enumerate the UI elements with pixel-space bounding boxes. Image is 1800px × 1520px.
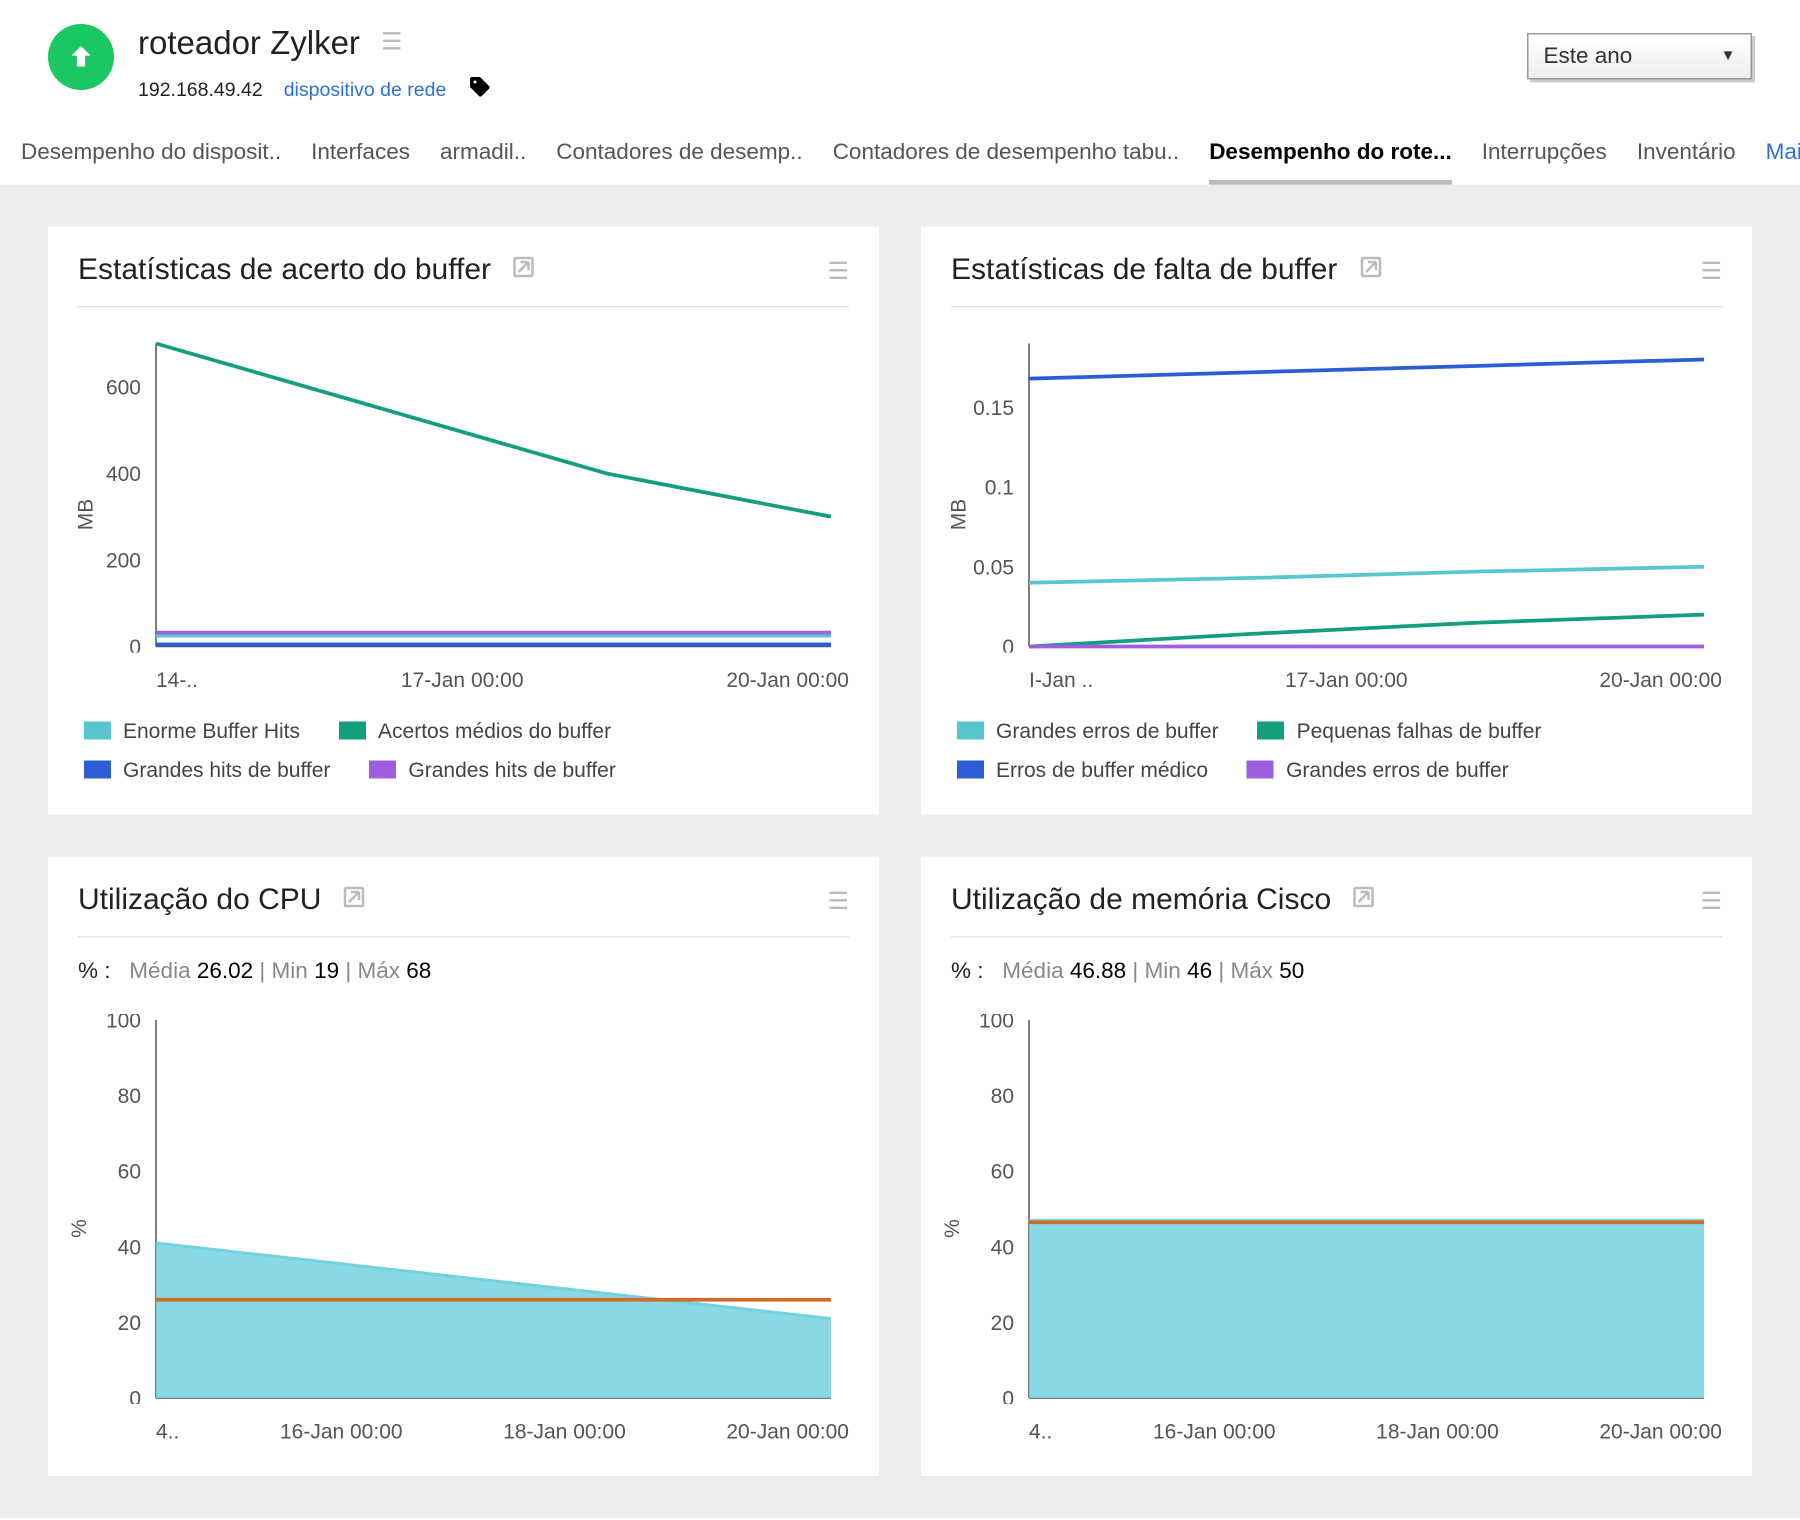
svg-text:100: 100 bbox=[106, 1014, 141, 1033]
chevron-down-icon: ▼ bbox=[1721, 48, 1736, 65]
svg-text:20: 20 bbox=[118, 1312, 141, 1335]
popout-icon[interactable] bbox=[512, 255, 536, 287]
card-buffer-hits: Estatísticas de acerto do buffer ☰ MB 0 20… bbox=[48, 227, 879, 815]
card-memory: Utilização de memória Cisco ☰ % : Média … bbox=[921, 857, 1752, 1477]
legend-swatch bbox=[84, 722, 111, 740]
legend-label: Erros de buffer médico bbox=[996, 758, 1208, 782]
legend-swatch bbox=[339, 722, 366, 740]
tab-interrup-es[interactable]: Interrupções bbox=[1482, 131, 1607, 185]
svg-text:40: 40 bbox=[991, 1236, 1014, 1259]
card-menu-icon[interactable]: ☰ bbox=[1700, 256, 1722, 286]
svg-text:0: 0 bbox=[129, 636, 141, 653]
legend-item[interactable]: Grandes erros de buffer bbox=[1247, 758, 1509, 782]
y-axis-label: % bbox=[939, 1219, 963, 1238]
legend-swatch bbox=[957, 761, 984, 779]
card-title: Utilização do CPU bbox=[78, 884, 321, 919]
svg-text:60: 60 bbox=[991, 1161, 1014, 1184]
legend-label: Grandes hits de buffer bbox=[408, 758, 615, 782]
legend-swatch bbox=[1247, 761, 1274, 779]
y-axis-label: MB bbox=[73, 499, 97, 531]
tab-interfaces[interactable]: Interfaces bbox=[311, 131, 410, 185]
svg-text:60: 60 bbox=[118, 1161, 141, 1184]
card-menu-icon[interactable]: ☰ bbox=[827, 256, 849, 286]
svg-text:0.05: 0.05 bbox=[973, 556, 1014, 579]
svg-text:80: 80 bbox=[991, 1085, 1014, 1108]
title-menu-icon[interactable]: ☰ bbox=[381, 32, 403, 56]
cpu-stats: % : Média 26.02 | Min 19 | Máx 68 bbox=[78, 959, 849, 985]
legend-item[interactable]: Acertos médios do buffer bbox=[339, 719, 611, 743]
popout-icon[interactable] bbox=[342, 885, 366, 917]
legend-item[interactable]: Enorme Buffer Hits bbox=[84, 719, 300, 743]
svg-text:0: 0 bbox=[1002, 1388, 1014, 1405]
tab-desempenho-do-disposit[interactable]: Desempenho do disposit.. bbox=[21, 131, 281, 185]
svg-text:100: 100 bbox=[979, 1014, 1014, 1033]
legend-item[interactable]: Grandes hits de buffer bbox=[84, 758, 330, 782]
tab-mais[interactable]: Mais bbox=[1766, 131, 1800, 185]
legend-swatch bbox=[369, 761, 396, 779]
y-axis-label: MB bbox=[946, 499, 970, 531]
popout-icon[interactable] bbox=[1352, 885, 1376, 917]
page-title: roteador Zylker bbox=[138, 24, 360, 63]
svg-text:600: 600 bbox=[106, 376, 141, 399]
legend-item[interactable]: Pequenas falhas de buffer bbox=[1258, 719, 1542, 743]
legend-label: Acertos médios do buffer bbox=[378, 719, 611, 743]
card-title: Estatísticas de falta de buffer bbox=[951, 254, 1337, 289]
legend-swatch bbox=[957, 722, 984, 740]
card-buffer-miss: Estatísticas de falta de buffer ☰ MB 0 0.0… bbox=[921, 227, 1752, 815]
card-menu-icon[interactable]: ☰ bbox=[827, 886, 849, 916]
tag-icon[interactable] bbox=[467, 75, 491, 104]
svg-text:20: 20 bbox=[991, 1312, 1014, 1335]
device-ip: 192.168.49.42 bbox=[138, 78, 263, 101]
legend-item[interactable]: Erros de buffer médico bbox=[957, 758, 1208, 782]
svg-text:0.1: 0.1 bbox=[985, 477, 1014, 500]
legend-label: Grandes erros de buffer bbox=[1286, 758, 1509, 782]
status-up-icon bbox=[48, 24, 114, 90]
legend-label: Grandes hits de buffer bbox=[123, 758, 330, 782]
tab-desempenho-do-rote[interactable]: Desempenho do rote... bbox=[1209, 131, 1452, 185]
svg-text:40: 40 bbox=[118, 1236, 141, 1259]
legend-item[interactable]: Grandes erros de buffer bbox=[957, 719, 1219, 743]
y-axis-label: % bbox=[66, 1219, 90, 1238]
svg-text:80: 80 bbox=[118, 1085, 141, 1108]
time-range-select[interactable]: Este ano ▼ bbox=[1527, 33, 1752, 80]
tab-armadil[interactable]: armadil.. bbox=[440, 131, 526, 185]
device-type-link[interactable]: dispositivo de rede bbox=[284, 78, 447, 101]
legend-swatch bbox=[1258, 722, 1285, 740]
svg-text:0.15: 0.15 bbox=[973, 397, 1014, 420]
svg-text:400: 400 bbox=[106, 463, 141, 486]
tabs-bar: Desempenho do disposit.. Interfaces armadi… bbox=[0, 131, 1800, 185]
popout-icon[interactable] bbox=[1358, 255, 1382, 287]
legend-label: Grandes erros de buffer bbox=[996, 719, 1219, 743]
legend-swatch bbox=[84, 761, 111, 779]
tab-contadores-de-desempenho-tabu[interactable]: Contadores de desempenho tabu.. bbox=[833, 131, 1180, 185]
legend-label: Enorme Buffer Hits bbox=[123, 719, 300, 743]
svg-text:0: 0 bbox=[129, 1388, 141, 1405]
svg-text:200: 200 bbox=[106, 549, 141, 572]
card-cpu: Utilização do CPU ☰ % : Média 26.02 | Mi… bbox=[48, 857, 879, 1477]
tab-contadores-de-desemp[interactable]: Contadores de desemp.. bbox=[556, 131, 802, 185]
card-title: Utilização de memória Cisco bbox=[951, 884, 1331, 919]
mem-stats: % : Média 46.88 | Min 46 | Máx 50 bbox=[951, 959, 1722, 985]
legend-label: Pequenas falhas de buffer bbox=[1297, 719, 1542, 743]
card-title: Estatísticas de acerto do buffer bbox=[78, 254, 491, 289]
time-range-value: Este ano bbox=[1544, 44, 1633, 70]
legend-item[interactable]: Grandes hits de buffer bbox=[369, 758, 615, 782]
tab-invent-rio[interactable]: Inventário bbox=[1637, 131, 1736, 185]
card-menu-icon[interactable]: ☰ bbox=[1700, 886, 1722, 916]
svg-text:0: 0 bbox=[1002, 636, 1014, 653]
